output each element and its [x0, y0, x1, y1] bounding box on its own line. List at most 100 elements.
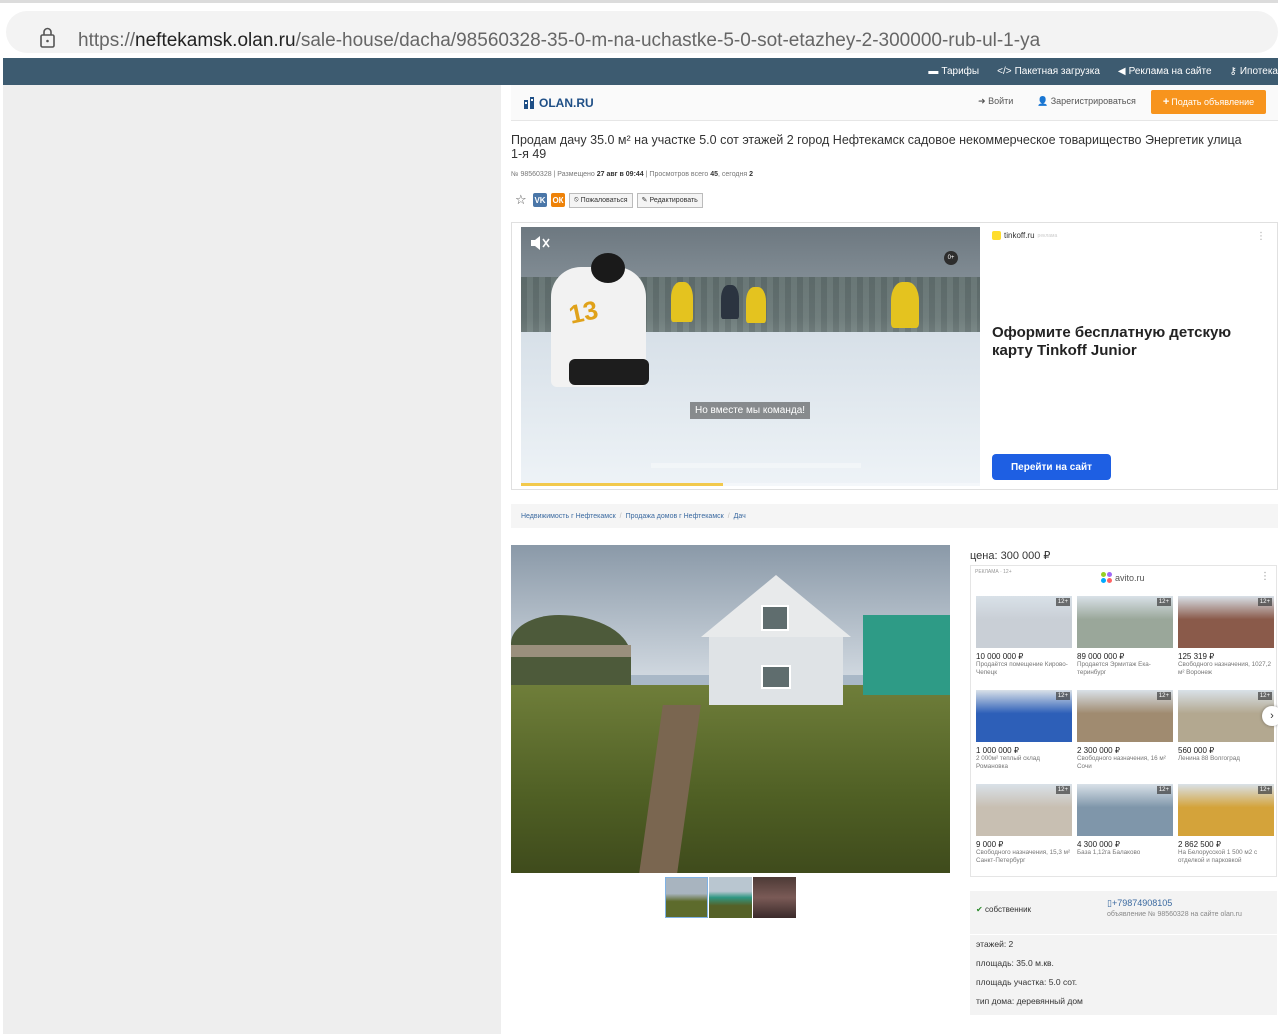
- avito-card-image: 12+: [976, 596, 1072, 648]
- avito-menu-icon[interactable]: ⋮: [1260, 571, 1270, 582]
- ad-video-caption: Но вместе мы команда!: [690, 402, 811, 419]
- tinkoff-ad-block: 13 0+ Но вместе мы команда! tinkoff.ru ре…: [511, 222, 1278, 490]
- age-badge: 12+: [1156, 786, 1171, 794]
- avito-card[interactable]: 12+ 4 300 000 ₽ База 1,12га Балаково: [1077, 784, 1173, 878]
- megaphone-icon: ◀: [1117, 66, 1126, 77]
- avito-card-image: 12+: [1077, 596, 1173, 648]
- age-badge: 12+: [1055, 786, 1070, 794]
- avito-card-price: 560 000 ₽: [1178, 746, 1215, 755]
- avito-card-image: 12+: [1077, 784, 1173, 836]
- avito-card-desc: Продается Эрмитаж Ека-теринбург: [1077, 661, 1151, 676]
- listing-price: цена: 300 000 ₽: [970, 550, 1051, 562]
- thumbnail[interactable]: [709, 877, 752, 918]
- edit-icon: ✎: [641, 197, 648, 204]
- nav-mortgage[interactable]: ⚷ Ипотека: [1230, 66, 1278, 77]
- listing-meta: № 98560328 | Размещено 27 авг в 09:44 | …: [511, 171, 754, 178]
- register-link[interactable]: 👤 Зарегистрироваться: [1037, 96, 1136, 107]
- age-badge: 12+: [1156, 692, 1171, 700]
- listing-note: объявление № 98560328 на сайте olan.ru: [1107, 911, 1242, 918]
- favorite-star-icon[interactable]: ☆: [515, 192, 529, 208]
- phone-link[interactable]: ▯+79874908105: [1107, 898, 1172, 909]
- complain-button[interactable]: ⦸ Пожаловаться: [569, 192, 633, 208]
- avito-card[interactable]: 12+ 2 862 500 ₽ На Белорусской 1 500 м2 с …: [1178, 784, 1274, 878]
- video-progress-fill: [521, 483, 723, 486]
- property-list: этажей: 2 площадь: 35.0 м.кв. площадь уч…: [970, 935, 1277, 1015]
- thumbnail[interactable]: [753, 877, 796, 918]
- ad-headline[interactable]: Оформите бесплатную детскую карту Tinkof…: [992, 324, 1252, 360]
- avito-ad-label: РЕКЛАМА · 12+: [975, 569, 1012, 575]
- tariffs-icon: ▬: [928, 66, 939, 77]
- site-logo[interactable]: OLAN.RU: [523, 96, 594, 110]
- avito-card[interactable]: 12+ 560 000 ₽ Ленина 88 Волгоград: [1178, 690, 1274, 784]
- avito-card-image: 12+: [1178, 784, 1274, 836]
- breadcrumb-item[interactable]: Недвижимость г Нефтекамск: [521, 513, 616, 520]
- avito-card-desc: Свободного назначения, 1027,2 м² Воронеж: [1178, 661, 1271, 676]
- avito-card-desc: 2 000м² теплый склад Романовка: [976, 755, 1040, 770]
- avito-source[interactable]: avito.ru: [1101, 572, 1145, 583]
- url-text: https://neftekamsk.olan.ru/sale-house/da…: [78, 30, 1041, 51]
- ad-goto-button[interactable]: Перейти на сайт: [992, 454, 1111, 480]
- avito-card-price: 1 000 000 ₽: [976, 746, 1019, 755]
- browser-address-bar: https://neftekamsk.olan.ru/sale-house/da…: [0, 0, 1278, 58]
- listing-title: Продам дачу 35.0 м² на участке 5.0 сот э…: [511, 133, 1242, 161]
- avito-card-desc: Свободного назначения, 15,3 м² Санкт-Пет…: [976, 849, 1071, 864]
- goalie-figure: 13: [551, 253, 649, 387]
- login-link[interactable]: ➜ Войти: [978, 96, 1013, 107]
- add-user-icon: 👤: [1037, 96, 1049, 106]
- url-field[interactable]: https://neftekamsk.olan.ru/sale-house/da…: [6, 11, 1278, 53]
- avito-card-desc: Ленина 88 Волгоград: [1178, 755, 1240, 762]
- ok-share-icon[interactable]: ОК: [551, 193, 565, 207]
- age-badge: 12+: [1156, 598, 1171, 606]
- avito-card-price: 9 000 ₽: [976, 840, 1004, 849]
- ad-menu-icon[interactable]: ⋮: [1256, 231, 1266, 242]
- prop-floors: этажей: 2: [976, 939, 1014, 949]
- avito-card[interactable]: 12+ 2 300 000 ₽ Свободного назначения, 16 …: [1077, 690, 1173, 784]
- video-progress[interactable]: [521, 483, 980, 486]
- ad-video[interactable]: 13 0+ Но вместе мы команда!: [521, 227, 980, 486]
- avito-card[interactable]: 12+ 10 000 000 ₽ Продаётся помещение Киров…: [976, 596, 1072, 690]
- plus-icon: +: [1162, 96, 1170, 108]
- avito-card[interactable]: 12+ 125 319 ₽ Свободного назначения, 1027,…: [1178, 596, 1274, 690]
- nav-batch-upload[interactable]: </> Пакетная загрузка: [997, 66, 1100, 77]
- avito-card-price: 2 862 500 ₽: [1178, 840, 1221, 849]
- code-icon: </>: [997, 66, 1012, 77]
- avito-card-price: 2 300 000 ₽: [1077, 746, 1120, 755]
- vk-share-icon[interactable]: VK: [533, 193, 547, 207]
- ad-source[interactable]: tinkoff.ru реклама: [992, 231, 1272, 240]
- avito-card-price: 125 319 ₽: [1178, 652, 1215, 661]
- nav-tariffs[interactable]: ▬ Тарифы: [928, 66, 979, 77]
- breadcrumb-item[interactable]: Продажа домов г Нефтекамск: [626, 513, 724, 520]
- photo-thumbnails: [665, 877, 796, 918]
- breadcrumb-item[interactable]: Дач: [734, 513, 746, 520]
- tinkoff-logo-icon: [992, 231, 1001, 240]
- avito-card-desc: На Белорусской 1 500 м2 с отделкой и пар…: [1178, 849, 1258, 864]
- avito-card-price: 4 300 000 ₽: [1077, 840, 1120, 849]
- top-navigation: ▬ Тарифы </> Пакетная загрузка ◀ Реклама на…: [3, 58, 1278, 85]
- mute-icon[interactable]: [529, 235, 551, 251]
- age-badge: 12+: [1257, 598, 1272, 606]
- lock-icon[interactable]: [32, 23, 62, 53]
- prop-area: площадь: 35.0 м.кв.: [976, 958, 1054, 968]
- avito-card-image: 12+: [1178, 690, 1274, 742]
- avito-card-desc: База 1,12га Балаково: [1077, 849, 1141, 856]
- post-ad-button[interactable]: + Подать объявление: [1151, 90, 1266, 114]
- avito-card[interactable]: 12+ 1 000 000 ₽2 000м² теплый склад Роман…: [976, 690, 1072, 784]
- avito-card-image: 12+: [976, 784, 1072, 836]
- nav-advertising[interactable]: ◀ Реклама на сайте: [1118, 66, 1212, 77]
- avito-card[interactable]: 12+ 9 000 ₽ Свободного назначения, 15,3 м²…: [976, 784, 1072, 878]
- thumbnail[interactable]: [665, 877, 708, 918]
- check-icon: ✔: [976, 905, 983, 914]
- age-badge: 12+: [1055, 598, 1070, 606]
- login-icon: ➜: [978, 96, 986, 106]
- avito-card-image: 12+: [1077, 690, 1173, 742]
- listing-actions: ☆ VK ОК ⦸ Пожаловаться ✎ Редактировать: [515, 192, 703, 208]
- age-rating-badge: 0+: [944, 251, 958, 265]
- avito-logo-icon: [1101, 572, 1112, 583]
- age-badge: 12+: [1257, 692, 1272, 700]
- chevron-right-icon[interactable]: ›: [1262, 706, 1278, 726]
- edit-button[interactable]: ✎ Редактировать: [636, 192, 703, 208]
- avito-card[interactable]: 12+ 89 000 000 ₽ Продается Эрмитаж Ека-тер…: [1077, 596, 1173, 690]
- age-badge: 12+: [1055, 692, 1070, 700]
- main-photo[interactable]: [511, 545, 950, 873]
- age-badge: 12+: [1257, 786, 1272, 794]
